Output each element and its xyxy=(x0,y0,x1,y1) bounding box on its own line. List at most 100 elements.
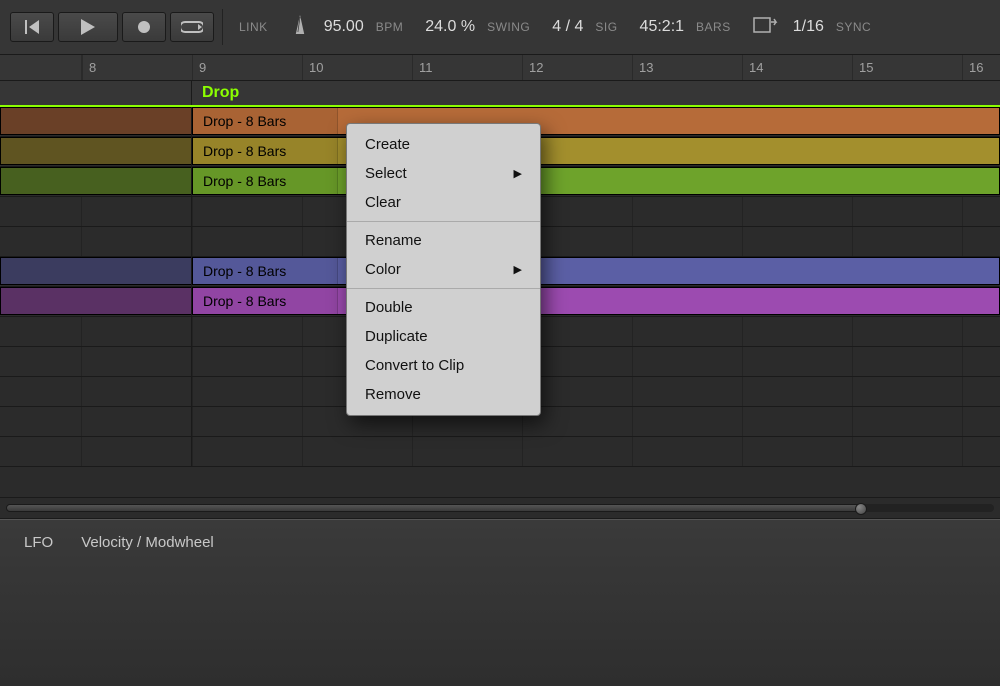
track-lane[interactable]: Drop - 8 Bars xyxy=(192,137,1000,166)
rewind-button[interactable] xyxy=(10,12,54,42)
clip-label: Drop - 8 Bars xyxy=(193,168,338,194)
ruler-mark[interactable]: 14 xyxy=(742,55,852,80)
menu-item-label: Create xyxy=(365,136,410,153)
track-lane[interactable]: Drop - 8 Bars xyxy=(192,257,1000,286)
track-gutter xyxy=(0,347,192,376)
menu-item-create[interactable]: Create xyxy=(347,130,540,159)
bpm-label: BPM xyxy=(376,20,404,34)
ruler-mark[interactable]: 15 xyxy=(852,55,962,80)
track-lane[interactable] xyxy=(192,407,1000,436)
position-value[interactable]: 45:2:1 xyxy=(640,18,684,36)
menu-item-convert-to-clip[interactable]: Convert to Clip xyxy=(347,351,540,380)
menu-item-label: Convert to Clip xyxy=(365,357,464,374)
ruler-mark[interactable]: 12 xyxy=(522,55,632,80)
record-button[interactable] xyxy=(122,12,166,42)
clip-label: Drop - 8 Bars xyxy=(193,258,338,284)
bottom-tabs: LFO Velocity / Modwheel xyxy=(0,520,1000,565)
track-gutter xyxy=(0,107,192,136)
track-gutter xyxy=(0,287,192,316)
submenu-arrow-icon: ▶ xyxy=(514,263,522,276)
menu-separator xyxy=(347,221,540,222)
menu-item-label: Select xyxy=(365,165,407,182)
clip[interactable]: Drop - 8 Bars xyxy=(192,137,1000,165)
menu-item-label: Rename xyxy=(365,232,422,249)
menu-item-double[interactable]: Double xyxy=(347,293,540,322)
follow-icon[interactable] xyxy=(753,17,779,38)
menu-item-label: Duplicate xyxy=(365,328,428,345)
menu-item-label: Clear xyxy=(365,194,401,211)
ruler-mark[interactable]: 16 xyxy=(962,55,1000,80)
track-gutter xyxy=(0,167,192,196)
ruler-gutter xyxy=(0,55,82,80)
clip[interactable]: Drop - 8 Bars xyxy=(192,167,1000,195)
section-label[interactable]: Drop xyxy=(192,81,239,105)
menu-item-label: Color xyxy=(365,261,401,278)
swing-value[interactable]: 24.0 % xyxy=(425,18,475,36)
section-context-menu: Create Select ▶ Clear Rename Color ▶ Double Dupl… xyxy=(346,123,541,416)
ruler-mark[interactable]: 8 xyxy=(82,55,192,80)
track-lane[interactable]: Drop - 8 Bars xyxy=(192,287,1000,316)
scrollbar-track[interactable] xyxy=(6,504,994,512)
menu-item-clear[interactable]: Clear xyxy=(347,188,540,217)
track-gutter xyxy=(0,257,192,286)
menu-item-color[interactable]: Color ▶ xyxy=(347,255,540,284)
track-lane[interactable]: Drop - 8 Bars xyxy=(192,167,1000,196)
link-button[interactable]: LINK xyxy=(239,20,268,34)
track-lane[interactable] xyxy=(192,197,1000,226)
menu-item-label: Double xyxy=(365,299,413,316)
track-gutter xyxy=(0,227,192,256)
rewind-icon xyxy=(23,20,41,34)
timeline-ruler[interactable]: 8910111213141516 xyxy=(0,55,1000,81)
menu-item-remove[interactable]: Remove xyxy=(347,380,540,409)
bars-label: BARS xyxy=(696,20,731,34)
ruler-mark[interactable]: 13 xyxy=(632,55,742,80)
menu-separator xyxy=(347,288,540,289)
section-gutter xyxy=(0,81,192,105)
menu-item-select[interactable]: Select ▶ xyxy=(347,159,540,188)
track-lane[interactable] xyxy=(192,347,1000,376)
track-gutter xyxy=(0,377,192,406)
track-lane[interactable]: Drop - 8 Bars xyxy=(192,107,1000,136)
timesig-value[interactable]: 4 / 4 xyxy=(552,18,583,36)
submenu-arrow-icon: ▶ xyxy=(514,167,522,180)
play-button[interactable] xyxy=(58,12,118,42)
empty-track-row[interactable] xyxy=(0,437,1000,467)
ruler-mark[interactable]: 9 xyxy=(192,55,302,80)
loop-icon xyxy=(181,20,203,34)
menu-item-duplicate[interactable]: Duplicate xyxy=(347,322,540,351)
sync-label[interactable]: SYNC xyxy=(836,20,871,34)
record-icon xyxy=(137,20,151,34)
toolbar-separator xyxy=(222,9,223,45)
track-lane[interactable] xyxy=(192,227,1000,256)
horizontal-scrollbar[interactable] xyxy=(0,497,1000,519)
track-lane[interactable] xyxy=(192,377,1000,406)
clip[interactable]: Drop - 8 Bars xyxy=(192,107,1000,135)
track-gutter xyxy=(0,197,192,226)
track-gutter xyxy=(0,407,192,436)
transport-toolbar: LINK 95.00 BPM 24.0 % SWING 4 / 4 SIG 45… xyxy=(0,0,1000,55)
tempo-value[interactable]: 95.00 xyxy=(324,18,364,36)
scrollbar-thumb[interactable] xyxy=(6,504,866,512)
scrollbar-handle[interactable] xyxy=(855,503,867,515)
ruler-mark[interactable]: 10 xyxy=(302,55,412,80)
track-gutter xyxy=(0,137,192,166)
arrangement-section-header[interactable]: Drop xyxy=(0,81,1000,107)
ruler-mark[interactable]: 11 xyxy=(412,55,522,80)
menu-item-label: Remove xyxy=(365,386,421,403)
track-lane[interactable] xyxy=(192,317,1000,346)
tab-lfo[interactable]: LFO xyxy=(24,534,53,551)
clip-label: Drop - 8 Bars xyxy=(193,108,338,134)
metronome-icon[interactable] xyxy=(293,14,307,41)
clip[interactable]: Drop - 8 Bars xyxy=(192,257,1000,285)
tab-velocity-modwheel[interactable]: Velocity / Modwheel xyxy=(81,534,214,551)
track-gutter xyxy=(0,437,192,466)
track-gutter xyxy=(0,317,192,346)
clip-label: Drop - 8 Bars xyxy=(193,288,338,314)
loop-button[interactable] xyxy=(170,12,214,42)
track-lane[interactable] xyxy=(192,437,1000,466)
clip[interactable]: Drop - 8 Bars xyxy=(192,287,1000,315)
grid-value[interactable]: 1/16 xyxy=(793,18,824,36)
swing-label: SWING xyxy=(487,20,530,34)
menu-item-rename[interactable]: Rename xyxy=(347,226,540,255)
clip-label: Drop - 8 Bars xyxy=(193,138,338,164)
